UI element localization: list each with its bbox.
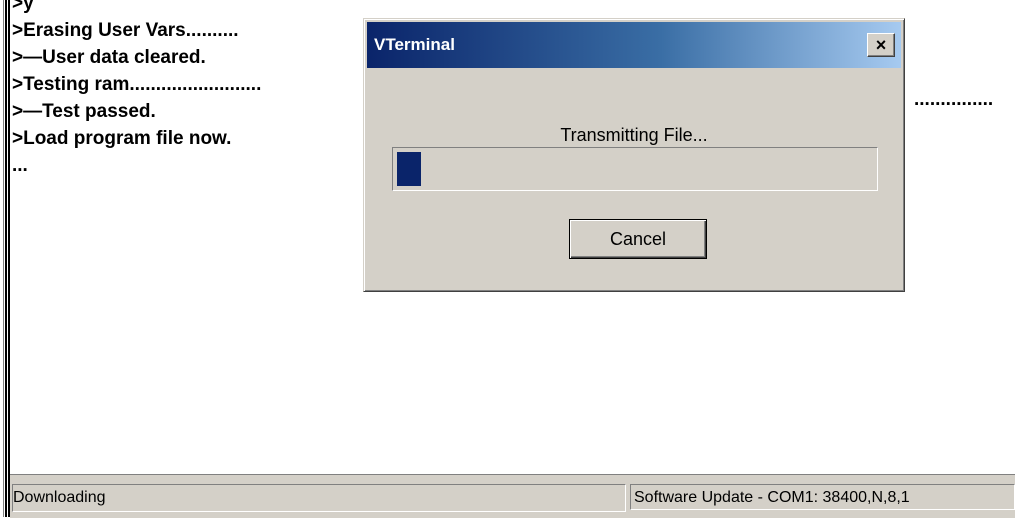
connection-status: Software Update - COM1: 38400,N,8,1 <box>630 484 1015 510</box>
terminal-line: >Erasing User Vars.......... <box>12 20 239 41</box>
terminal-line: ... <box>12 155 28 176</box>
transmit-dialog: VTerminal × Transmitting File... Cancel <box>363 18 905 292</box>
cancel-button[interactable]: Cancel <box>569 219 707 259</box>
dialog-message: Transmitting File... <box>560 125 708 145</box>
dialog-title: VTerminal <box>374 35 455 54</box>
progress-fill <box>397 152 421 186</box>
close-button[interactable]: × <box>867 33 895 57</box>
status-bar: Downloading Software Update - COM1: 3840… <box>10 473 1015 518</box>
close-icon: × <box>875 35 887 55</box>
progress-bar <box>392 147 878 191</box>
terminal-lines: >y >Erasing User Vars.......... >—User d… <box>12 0 261 179</box>
terminal-line: >Testing ram......................... <box>12 74 262 95</box>
status-text: Downloading <box>12 484 626 512</box>
terminal-line: >Load program file now. <box>12 128 232 149</box>
window-left-border <box>0 0 10 517</box>
dialog-titlebar[interactable]: VTerminal × <box>367 22 901 68</box>
terminal-line: >—User data cleared. <box>12 47 206 68</box>
terminal-line: >y <box>12 0 34 14</box>
terminal-line-continuation: ............... <box>914 89 994 110</box>
terminal-line: >—Test passed. <box>12 101 156 122</box>
